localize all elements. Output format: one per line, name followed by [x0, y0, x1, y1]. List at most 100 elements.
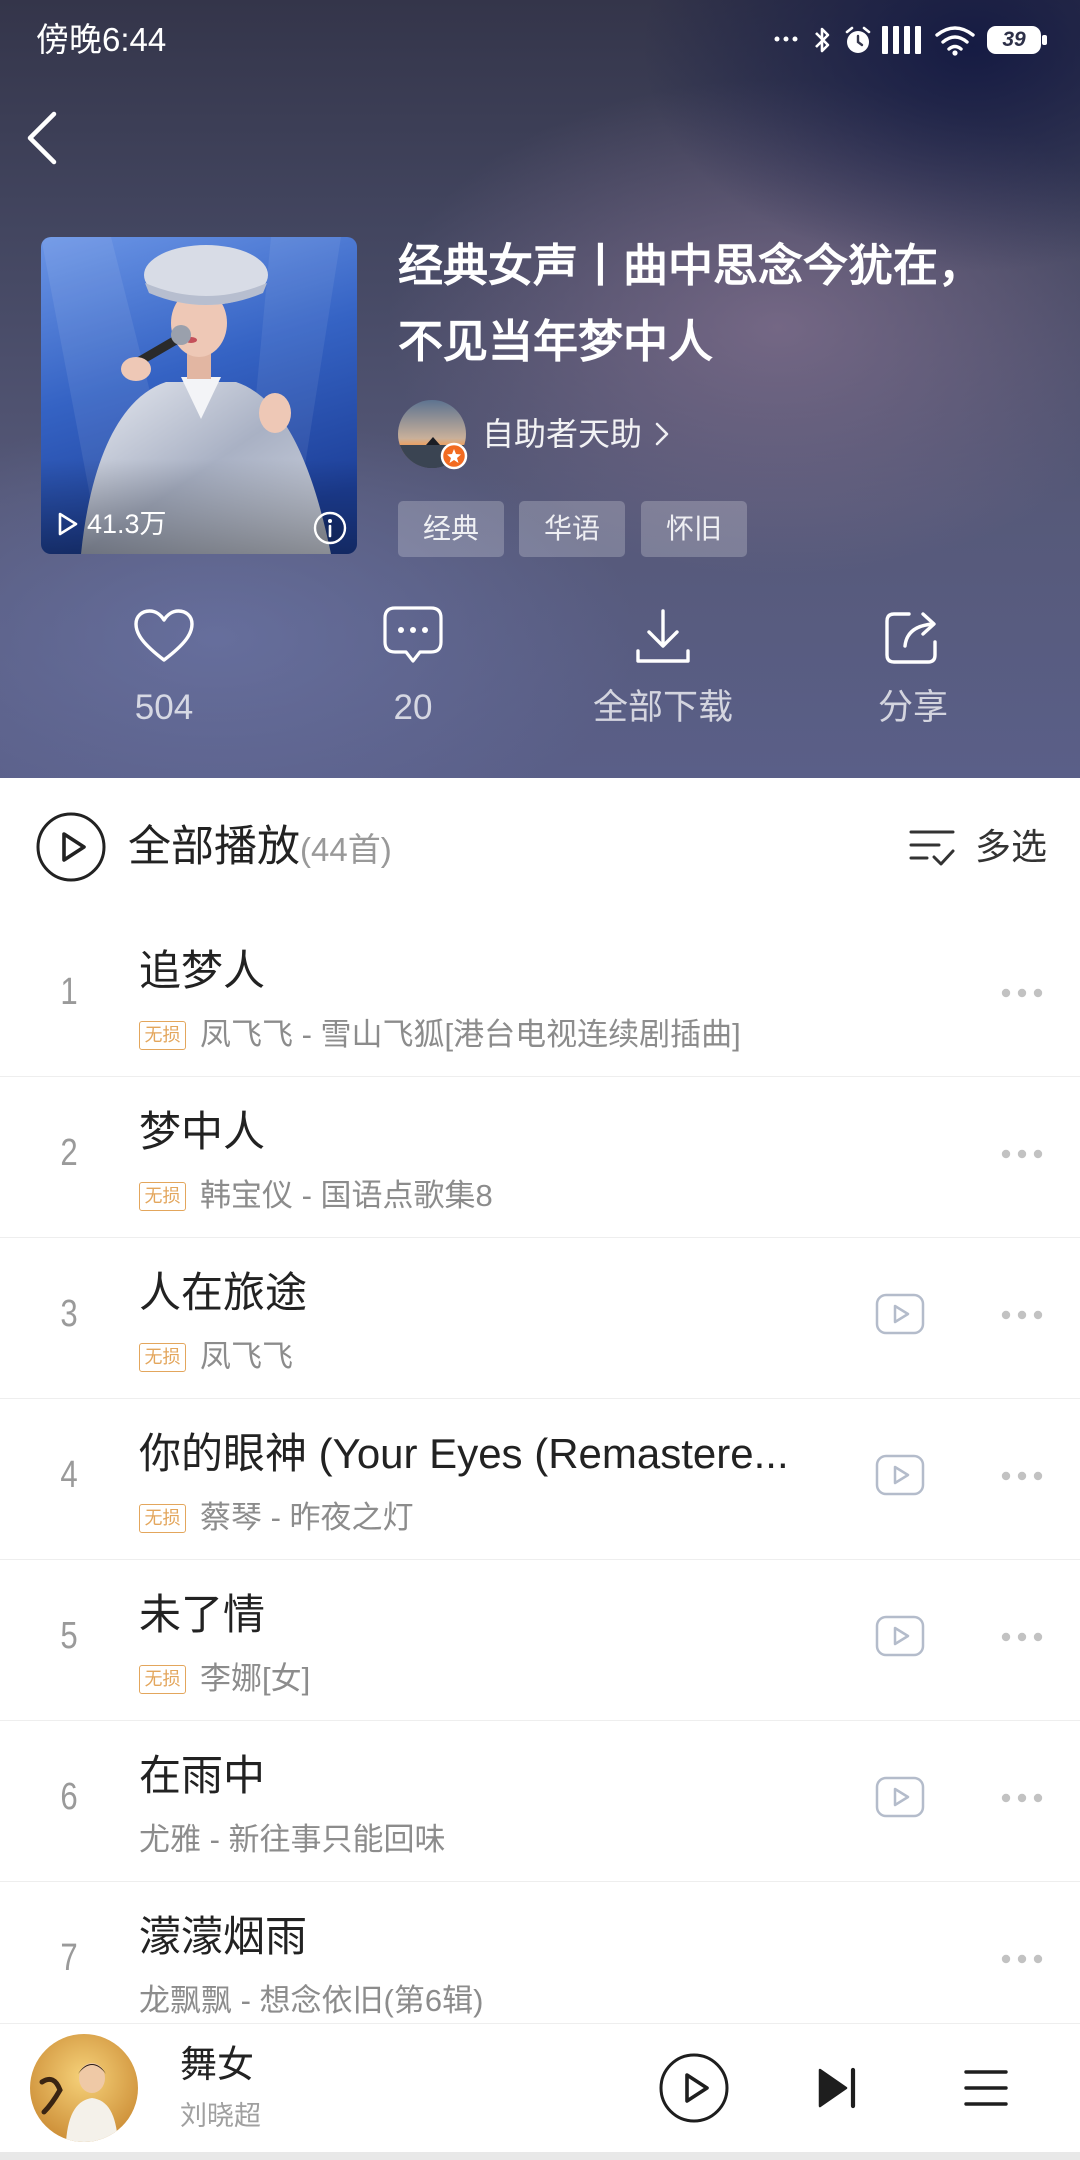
- song-title: 追梦人: [139, 947, 266, 994]
- song-row[interactable]: 7 濛濛烟雨龙飘飘 - 想念依旧(第6辑): [0, 1882, 1080, 2023]
- heart-icon: [39, 604, 289, 668]
- multi-select-button[interactable]: 多选: [975, 811, 1047, 883]
- song-title: 你的眼神 (Your Eyes (Remastere...: [139, 1430, 789, 1477]
- song-index: 3: [60, 1293, 78, 1335]
- song-meta: 无损 蔡琴 - 昨夜之灯: [139, 1496, 414, 1540]
- playlist-header: 傍晚6:44 39 41.3万 经典女声丨曲中思念今犹在，不见当年梦中人 自助者…: [0, 0, 1080, 778]
- play-all-button[interactable]: 全部播放(44首): [128, 811, 392, 883]
- song-index: 1: [60, 971, 78, 1013]
- tag-chip[interactable]: 华语: [519, 501, 625, 557]
- song-index: 2: [60, 1132, 78, 1174]
- song-artist-album: 凤飞飞 - 雪山飞狐[港台电视连续剧插曲]: [200, 1017, 741, 1052]
- song-index: 7: [60, 1937, 78, 1979]
- playlist-title: 经典女声丨曲中思念今犹在，不见当年梦中人: [398, 240, 984, 367]
- song-title: 未了情: [139, 1591, 266, 1638]
- song-artist-album: 凤飞飞: [200, 1339, 293, 1374]
- creator-avatar: [398, 400, 468, 470]
- song-row[interactable]: 5 未了情无损 李娜[女]: [0, 1560, 1080, 1721]
- chevron-right-icon: [655, 422, 669, 446]
- playlist-screen: 傍晚6:44 39 41.3万 经典女声丨曲中思念今犹在，不见当年梦中人 自助者…: [0, 0, 1080, 2160]
- share-button[interactable]: 分享: [788, 604, 1038, 734]
- song-row[interactable]: 1 追梦人无损 凤飞飞 - 雪山飞狐[港台电视连续剧插曲]: [0, 916, 1080, 1077]
- share-label: 分享: [877, 688, 948, 727]
- download-all-button[interactable]: 全部下载: [538, 604, 788, 734]
- share-icon: [788, 604, 1038, 668]
- song-meta: 无损 韩宝仪 - 国语点歌集8: [139, 1174, 493, 1218]
- like-count: 504: [134, 688, 194, 727]
- like-button[interactable]: 504: [39, 604, 289, 734]
- bluetooth-icon: [815, 27, 830, 53]
- more-options-icon[interactable]: [1000, 1952, 1044, 1964]
- creator-link[interactable]: 自助者天助: [398, 400, 698, 470]
- lossless-badge: 无损: [139, 1020, 186, 1050]
- play-count: 41.3万: [57, 507, 167, 541]
- download-label: 全部下载: [592, 688, 733, 727]
- tag-chip[interactable]: 怀旧: [641, 501, 747, 557]
- lossless-badge: 无损: [139, 1503, 186, 1533]
- cover-image[interactable]: 41.3万: [41, 237, 357, 554]
- song-artist-album: 龙飘飘 - 想念依旧(第6辑): [139, 1983, 484, 2018]
- creator-name: 自助者天助: [482, 416, 643, 452]
- next-track-icon[interactable]: [816, 2065, 858, 2111]
- more-dots-icon: [774, 36, 798, 42]
- lossless-badge: 无损: [139, 1342, 186, 1372]
- play-all-row: 全部播放(44首) 多选: [0, 811, 1080, 883]
- now-playing-artist: 刘晓超: [180, 2101, 261, 2131]
- playlist-queue-icon[interactable]: [964, 2068, 1008, 2108]
- info-icon[interactable]: [313, 511, 347, 545]
- more-options-icon[interactable]: [1000, 1147, 1044, 1159]
- song-title: 人在旅途: [139, 1269, 308, 1316]
- tag-chip[interactable]: 经典: [398, 501, 504, 557]
- play-all-label: 全部播放: [128, 823, 300, 871]
- mini-player: 舞女 刘晓超: [0, 2023, 1080, 2152]
- comment-count: 20: [393, 688, 433, 727]
- mv-icon[interactable]: [875, 1615, 925, 1657]
- song-row[interactable]: 4 你的眼神 (Your Eyes (Remastere... 无损 蔡琴 - 昨夜之…: [0, 1399, 1080, 1560]
- song-artist-album: 李娜[女]: [200, 1661, 311, 1696]
- alarm-icon: [845, 26, 871, 53]
- lossless-badge: 无损: [139, 1181, 186, 1211]
- mv-icon[interactable]: [875, 1454, 925, 1496]
- back-arrow-icon[interactable]: [22, 108, 62, 168]
- mv-icon[interactable]: [875, 1293, 925, 1335]
- song-row[interactable]: 3 人在旅途无损 凤飞飞: [0, 1238, 1080, 1399]
- more-options-icon[interactable]: [1000, 1630, 1044, 1642]
- song-meta: 无损 凤飞飞: [139, 1335, 293, 1379]
- multi-select-icon[interactable]: [909, 826, 955, 868]
- song-row[interactable]: 6 在雨中尤雅 - 新往事只能回味: [0, 1721, 1080, 1882]
- song-index: 6: [60, 1776, 78, 1818]
- play-count-value: 41.3万: [87, 509, 167, 539]
- comment-button[interactable]: 20: [288, 604, 538, 734]
- more-options-icon[interactable]: [1000, 986, 1044, 998]
- song-meta: 无损 凤飞飞 - 雪山飞狐[港台电视连续剧插曲]: [139, 1013, 741, 1057]
- song-meta: 尤雅 - 新往事只能回味: [139, 1818, 446, 1862]
- now-playing-title[interactable]: 舞女: [180, 2040, 254, 2090]
- wifi-icon: [935, 26, 975, 56]
- play-circle-icon[interactable]: [35, 811, 107, 883]
- more-options-icon[interactable]: [1000, 1308, 1044, 1320]
- status-bar: 傍晚6:44 39: [0, 0, 1080, 80]
- battery-icon: 39: [986, 24, 1048, 56]
- more-options-icon[interactable]: [1000, 1791, 1044, 1803]
- song-artist-album: 韩宝仪 - 国语点歌集8: [200, 1178, 493, 1213]
- battery-level: 39: [1002, 28, 1026, 51]
- song-meta: 无损 李娜[女]: [139, 1657, 310, 1701]
- song-list: 1 追梦人 无损 凤飞飞 - 雪山飞狐[港台电视连续剧插曲] 2 梦中人 无损 韩宝仪 - 国…: [0, 916, 1080, 2023]
- status-time: 傍晚6:44: [36, 21, 167, 58]
- song-artist-album: 尤雅 - 新往事只能回味: [139, 1822, 446, 1857]
- comment-icon: [288, 604, 538, 668]
- signal-icon: [882, 26, 921, 54]
- song-title: 濛濛烟雨: [139, 1913, 308, 1960]
- mv-icon[interactable]: [875, 1776, 925, 1818]
- gesture-bar-area: [0, 2152, 1080, 2160]
- song-row[interactable]: 2 梦中人 无损 韩宝仪 - 国语点歌集8: [0, 1077, 1080, 1238]
- song-title: 在雨中: [139, 1752, 266, 1799]
- play-icon[interactable]: [658, 2052, 730, 2124]
- song-artist-album: 蔡琴 - 昨夜之灯: [200, 1500, 414, 1535]
- play-count-icon: [58, 512, 78, 536]
- song-count: (44首): [300, 831, 392, 868]
- now-playing-album-art[interactable]: [30, 2034, 138, 2142]
- song-index: 5: [60, 1615, 78, 1657]
- lossless-badge: 无损: [139, 1664, 186, 1694]
- more-options-icon[interactable]: [1000, 1469, 1044, 1481]
